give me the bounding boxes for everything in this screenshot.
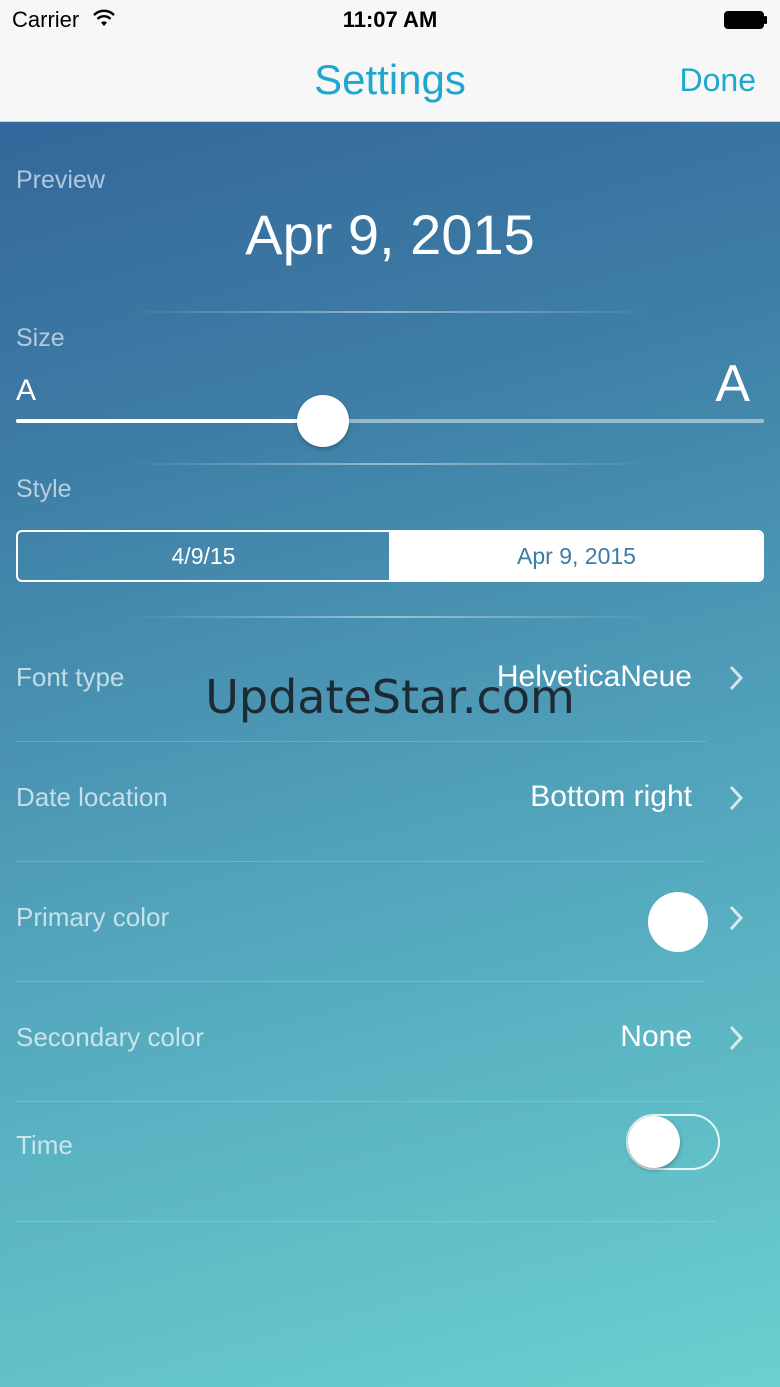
primary-color-label: Primary color [16,902,170,932]
page-title: Settings [314,56,466,103]
secondary-color-row[interactable]: Secondary color None [16,982,764,1102]
status-bar: Carrier 11:07 AM [0,0,780,40]
style-option-long[interactable]: Apr 9, 2015 [391,532,762,580]
status-time: 11:07 AM [342,7,438,32]
primary-color-swatch [648,892,708,952]
preview-date: Apr 9, 2015 [245,203,535,266]
time-label: Time [16,1130,73,1160]
style-segmented-control[interactable]: 4/9/15 Apr 9, 2015 [16,530,764,582]
row-divider [16,1221,716,1222]
section-divider [125,616,655,618]
section-divider [125,463,655,465]
chevron-right-icon [729,905,744,931]
settings-panel: Preview Apr 9, 2015 Size A A Style 4/9/1… [0,122,780,1387]
style-label: Style [16,475,72,503]
chevron-right-icon [729,1025,744,1051]
done-button[interactable]: Done [680,62,757,99]
style-option-short[interactable]: 4/9/15 [18,532,391,580]
battery-icon [724,11,767,29]
date-location-value: Bottom right [530,780,692,813]
secondary-color-value: None [620,1020,692,1053]
preview-label: Preview [16,166,105,194]
date-location-label: Date location [16,782,168,812]
time-row: Time [16,1102,764,1202]
time-toggle[interactable] [626,1114,720,1170]
size-slider-fill [16,419,323,423]
size-small-glyph: A [16,374,37,407]
watermark: UpdateStar.com [205,670,575,724]
secondary-color-label: Secondary color [16,1022,204,1052]
primary-color-row[interactable]: Primary color [16,862,764,982]
date-location-row[interactable]: Date location Bottom right [16,742,764,862]
size-large-glyph: A [715,355,750,413]
size-slider[interactable] [16,395,764,447]
chevron-right-icon [729,785,744,811]
size-slider-thumb[interactable] [296,395,349,447]
navigation-bar: Settings Done [0,40,780,122]
time-toggle-knob[interactable] [628,1116,680,1168]
section-divider [125,311,655,313]
size-label: Size [16,324,65,352]
